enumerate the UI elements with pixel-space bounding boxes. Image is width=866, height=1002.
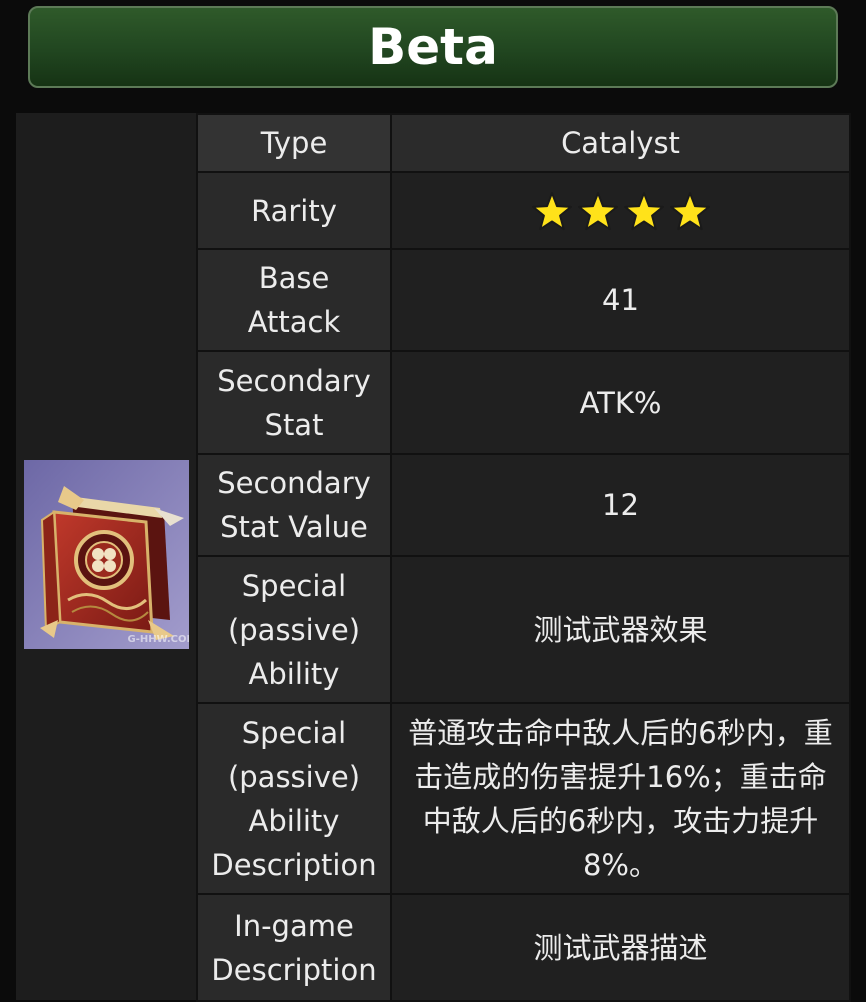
weapon-image: G-HHW.COM (24, 460, 196, 649)
special-ability-desc-label-line2: (passive) (227, 759, 361, 794)
base-attack-value: 41 (390, 248, 851, 352)
star-icon (668, 190, 712, 234)
special-ability-label-line2: (passive) (227, 612, 361, 647)
special-ability-desc-label: Special (passive) Ability Description (196, 702, 392, 895)
special-ability-label-line3: Ability (248, 656, 340, 691)
ingame-desc-label: In-game Description (196, 893, 392, 1002)
secondary-stat-value-label: Secondary Stat Value (196, 453, 392, 557)
special-ability-label-line1: Special (241, 568, 347, 603)
star-icon (530, 190, 574, 234)
ingame-desc-value: 测试武器描述 (390, 893, 851, 1002)
special-ability-label: Special (passive) Ability (196, 555, 392, 704)
rarity-value (390, 171, 851, 250)
table-row: Rarity (196, 171, 851, 250)
secondary-stat-value-label-line2: Stat Value (220, 510, 368, 544)
secondary-stat-value-label-line1: Secondary (217, 466, 371, 500)
secondary-stat-value-value: 12 (390, 453, 851, 557)
table-row: Base Attack 41 (196, 248, 851, 352)
rarity-stars (530, 190, 712, 234)
weapon-title: Beta (368, 18, 498, 76)
watermark-text: G-HHW.COM (128, 634, 189, 645)
type-value: Catalyst (390, 113, 851, 173)
base-attack-label: Base Attack (196, 248, 392, 352)
table-row: Secondary Stat Value 12 (196, 453, 851, 557)
ingame-desc-label-line2: Description (211, 952, 377, 987)
secondary-stat-value: ATK% (390, 350, 851, 455)
secondary-stat-label: Secondary Stat (196, 350, 392, 455)
special-ability-desc-label-line1: Special (241, 715, 347, 750)
special-ability-desc-label-line3: Ability (248, 803, 340, 838)
type-label: Type (196, 113, 392, 173)
table-row: Special (passive) Ability Description 普通… (196, 702, 851, 895)
special-ability-desc-value: 普通攻击命中敌人后的6秒内，重击造成的伤害提升16%；重击命中敌人后的6秒内，攻… (390, 702, 851, 895)
weapon-title-banner: Beta (28, 6, 838, 88)
secondary-stat-label-line2: Stat (264, 407, 324, 442)
star-icon (622, 190, 666, 234)
secondary-stat-label-line1: Secondary (217, 363, 371, 398)
ingame-desc-label-line1: In-game (234, 908, 354, 943)
star-icon (576, 190, 620, 234)
table-row: In-game Description 测试武器描述 (196, 893, 851, 1002)
special-ability-desc-label-line4: Description (211, 847, 377, 882)
table-row: Type Catalyst (196, 113, 851, 173)
special-ability-value: 测试武器效果 (390, 555, 851, 704)
table-row: Secondary Stat ATK% (196, 350, 851, 455)
weapon-stats-table: Type Catalyst Rarity Base Attack 41 Seco… (196, 113, 851, 1002)
base-attack-label-line2: Attack (247, 305, 341, 339)
table-row: Special (passive) Ability 测试武器效果 (196, 555, 851, 704)
base-attack-label-line1: Base (258, 261, 330, 295)
catalyst-book-icon: G-HHW.COM (24, 460, 196, 649)
rarity-label: Rarity (196, 171, 392, 250)
